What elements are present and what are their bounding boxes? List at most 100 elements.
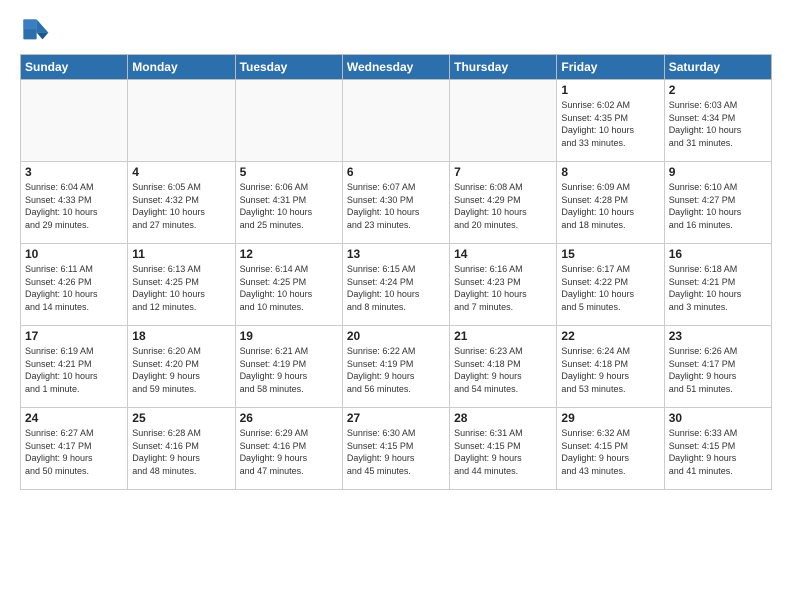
- calendar-week-3: 10 Sunrise: 6:11 AM Sunset: 4:26 PM Dayli…: [21, 244, 772, 326]
- day-number: 7: [454, 165, 552, 179]
- day-info: Sunrise: 6:02 AM Sunset: 4:35 PM Dayligh…: [561, 99, 659, 149]
- day-info: Sunrise: 6:22 AM Sunset: 4:19 PM Dayligh…: [347, 345, 445, 395]
- calendar-cell: 30Sunrise: 6:33 AM Sunset: 4:15 PM Dayli…: [664, 408, 771, 490]
- calendar-cell: 2 Sunrise: 6:03 AM Sunset: 4:34 PM Daylig…: [664, 80, 771, 162]
- day-info: Sunrise: 6:17 AM Sunset: 4:22 PM Dayligh…: [561, 263, 659, 313]
- day-info: Sunrise: 6:09 AM Sunset: 4:28 PM Dayligh…: [561, 181, 659, 231]
- day-info: Sunrise: 6:10 AM Sunset: 4:27 PM Dayligh…: [669, 181, 767, 231]
- day-number: 16: [669, 247, 767, 261]
- calendar-cell: [342, 80, 449, 162]
- calendar-cell: 28 Sunrise: 6:31 AM Sunset: 4:15 PM Dayli…: [450, 408, 557, 490]
- calendar-cell: 26 Sunrise: 6:29 AM Sunset: 4:16 PM Dayli…: [235, 408, 342, 490]
- day-number: 2: [669, 83, 767, 97]
- header: [20, 16, 772, 46]
- calendar-cell: 19 Sunrise: 6:21 AM Sunset: 4:19 PM Dayli…: [235, 326, 342, 408]
- calendar-cell: 23Sunrise: 6:26 AM Sunset: 4:17 PM Dayli…: [664, 326, 771, 408]
- day-info: Sunrise: 6:15 AM Sunset: 4:24 PM Dayligh…: [347, 263, 445, 313]
- day-info: Sunrise: 6:19 AM Sunset: 4:21 PM Dayligh…: [25, 345, 123, 395]
- weekday-header-row: SundayMondayTuesdayWednesdayThursdayFrid…: [21, 55, 772, 80]
- day-info: Sunrise: 6:03 AM Sunset: 4:34 PM Dayligh…: [669, 99, 767, 149]
- day-number: 21: [454, 329, 552, 343]
- day-number: 10: [25, 247, 123, 261]
- day-number: 29: [561, 411, 659, 425]
- calendar-cell: [21, 80, 128, 162]
- calendar-cell: 20 Sunrise: 6:22 AM Sunset: 4:19 PM Dayli…: [342, 326, 449, 408]
- day-info: Sunrise: 6:27 AM Sunset: 4:17 PM Dayligh…: [25, 427, 123, 477]
- day-info: Sunrise: 6:30 AM Sunset: 4:15 PM Dayligh…: [347, 427, 445, 477]
- day-number: 8: [561, 165, 659, 179]
- day-number: 27: [347, 411, 445, 425]
- calendar-cell: 15Sunrise: 6:17 AM Sunset: 4:22 PM Dayli…: [557, 244, 664, 326]
- calendar-cell: 7Sunrise: 6:08 AM Sunset: 4:29 PM Daylig…: [450, 162, 557, 244]
- logo: [20, 16, 54, 46]
- calendar-cell: 21 Sunrise: 6:23 AM Sunset: 4:18 PM Dayli…: [450, 326, 557, 408]
- day-number: 3: [25, 165, 123, 179]
- day-number: 12: [240, 247, 338, 261]
- calendar-cell: 4 Sunrise: 6:05 AM Sunset: 4:32 PM Daylig…: [128, 162, 235, 244]
- calendar-cell: 14Sunrise: 6:16 AM Sunset: 4:23 PM Dayli…: [450, 244, 557, 326]
- calendar-cell: 13 Sunrise: 6:15 AM Sunset: 4:24 PM Dayli…: [342, 244, 449, 326]
- day-info: Sunrise: 6:14 AM Sunset: 4:25 PM Dayligh…: [240, 263, 338, 313]
- day-info: Sunrise: 6:06 AM Sunset: 4:31 PM Dayligh…: [240, 181, 338, 231]
- weekday-header-friday: Friday: [557, 55, 664, 80]
- calendar-week-4: 17 Sunrise: 6:19 AM Sunset: 4:21 PM Dayli…: [21, 326, 772, 408]
- day-number: 4: [132, 165, 230, 179]
- day-number: 9: [669, 165, 767, 179]
- day-info: Sunrise: 6:07 AM Sunset: 4:30 PM Dayligh…: [347, 181, 445, 231]
- day-info: Sunrise: 6:24 AM Sunset: 4:18 PM Dayligh…: [561, 345, 659, 395]
- calendar-week-5: 24 Sunrise: 6:27 AM Sunset: 4:17 PM Dayli…: [21, 408, 772, 490]
- day-number: 19: [240, 329, 338, 343]
- calendar-cell: 17 Sunrise: 6:19 AM Sunset: 4:21 PM Dayli…: [21, 326, 128, 408]
- day-number: 1: [561, 83, 659, 97]
- day-info: Sunrise: 6:05 AM Sunset: 4:32 PM Dayligh…: [132, 181, 230, 231]
- calendar-cell: [235, 80, 342, 162]
- calendar-cell: 8 Sunrise: 6:09 AM Sunset: 4:28 PM Daylig…: [557, 162, 664, 244]
- day-info: Sunrise: 6:31 AM Sunset: 4:15 PM Dayligh…: [454, 427, 552, 477]
- day-number: 25: [132, 411, 230, 425]
- day-info: Sunrise: 6:23 AM Sunset: 4:18 PM Dayligh…: [454, 345, 552, 395]
- calendar-cell: 24 Sunrise: 6:27 AM Sunset: 4:17 PM Dayli…: [21, 408, 128, 490]
- day-info: Sunrise: 6:33 AM Sunset: 4:15 PM Dayligh…: [669, 427, 767, 477]
- day-info: Sunrise: 6:21 AM Sunset: 4:19 PM Dayligh…: [240, 345, 338, 395]
- calendar-cell: [128, 80, 235, 162]
- calendar-header: SundayMondayTuesdayWednesdayThursdayFrid…: [21, 55, 772, 80]
- calendar-cell: 25 Sunrise: 6:28 AM Sunset: 4:16 PM Dayli…: [128, 408, 235, 490]
- weekday-header-thursday: Thursday: [450, 55, 557, 80]
- day-info: Sunrise: 6:04 AM Sunset: 4:33 PM Dayligh…: [25, 181, 123, 231]
- calendar-cell: 12 Sunrise: 6:14 AM Sunset: 4:25 PM Dayli…: [235, 244, 342, 326]
- day-info: Sunrise: 6:16 AM Sunset: 4:23 PM Dayligh…: [454, 263, 552, 313]
- calendar-cell: 9 Sunrise: 6:10 AM Sunset: 4:27 PM Daylig…: [664, 162, 771, 244]
- calendar-body: 1 Sunrise: 6:02 AM Sunset: 4:35 PM Daylig…: [21, 80, 772, 490]
- day-number: 5: [240, 165, 338, 179]
- day-info: Sunrise: 6:26 AM Sunset: 4:17 PM Dayligh…: [669, 345, 767, 395]
- calendar-cell: 18 Sunrise: 6:20 AM Sunset: 4:20 PM Dayli…: [128, 326, 235, 408]
- day-number: 28: [454, 411, 552, 425]
- day-info: Sunrise: 6:29 AM Sunset: 4:16 PM Dayligh…: [240, 427, 338, 477]
- weekday-header-tuesday: Tuesday: [235, 55, 342, 80]
- day-number: 26: [240, 411, 338, 425]
- day-number: 17: [25, 329, 123, 343]
- day-info: Sunrise: 6:28 AM Sunset: 4:16 PM Dayligh…: [132, 427, 230, 477]
- page: SundayMondayTuesdayWednesdayThursdayFrid…: [0, 0, 792, 612]
- day-number: 24: [25, 411, 123, 425]
- day-info: Sunrise: 6:32 AM Sunset: 4:15 PM Dayligh…: [561, 427, 659, 477]
- day-number: 6: [347, 165, 445, 179]
- weekday-header-wednesday: Wednesday: [342, 55, 449, 80]
- calendar-cell: 27 Sunrise: 6:30 AM Sunset: 4:15 PM Dayli…: [342, 408, 449, 490]
- logo-icon: [20, 16, 50, 46]
- calendar-week-2: 3 Sunrise: 6:04 AM Sunset: 4:33 PM Daylig…: [21, 162, 772, 244]
- calendar-cell: 6 Sunrise: 6:07 AM Sunset: 4:30 PM Daylig…: [342, 162, 449, 244]
- weekday-header-saturday: Saturday: [664, 55, 771, 80]
- calendar-week-1: 1 Sunrise: 6:02 AM Sunset: 4:35 PM Daylig…: [21, 80, 772, 162]
- day-number: 18: [132, 329, 230, 343]
- day-number: 20: [347, 329, 445, 343]
- day-number: 13: [347, 247, 445, 261]
- day-info: Sunrise: 6:18 AM Sunset: 4:21 PM Dayligh…: [669, 263, 767, 313]
- calendar-table: SundayMondayTuesdayWednesdayThursdayFrid…: [20, 54, 772, 490]
- calendar-cell: [450, 80, 557, 162]
- day-info: Sunrise: 6:11 AM Sunset: 4:26 PM Dayligh…: [25, 263, 123, 313]
- calendar-cell: 29 Sunrise: 6:32 AM Sunset: 4:15 PM Dayli…: [557, 408, 664, 490]
- day-info: Sunrise: 6:13 AM Sunset: 4:25 PM Dayligh…: [132, 263, 230, 313]
- day-info: Sunrise: 6:20 AM Sunset: 4:20 PM Dayligh…: [132, 345, 230, 395]
- day-number: 11: [132, 247, 230, 261]
